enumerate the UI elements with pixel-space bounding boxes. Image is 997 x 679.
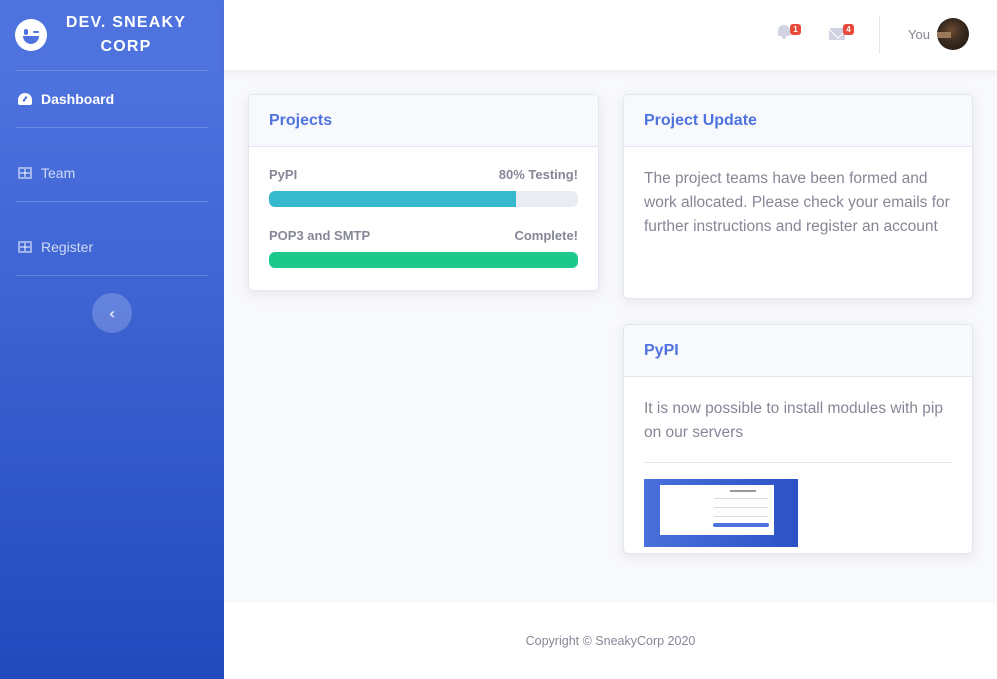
topbar-divider xyxy=(879,16,880,54)
sidebar-item-label: Register xyxy=(41,239,94,255)
messages-count-badge: 4 xyxy=(843,24,854,35)
table-icon xyxy=(18,241,32,253)
tachometer-icon xyxy=(18,93,32,105)
pypi-card: PyPI It is now possible to install modul… xyxy=(623,324,973,554)
sidebar-item-dashboard[interactable]: Dashboard xyxy=(0,71,224,127)
table-icon xyxy=(18,167,32,179)
topbar: 1 4 You xyxy=(224,0,997,70)
bell-icon xyxy=(778,25,790,36)
card-title: Projects xyxy=(269,111,333,129)
avatar[interactable] xyxy=(937,18,969,50)
sidebar-divider xyxy=(16,275,208,276)
project-update-card: Project Update The project teams have be… xyxy=(623,94,973,299)
project-name: PyPI xyxy=(269,167,298,182)
sidebar-brand[interactable]: DEV. SNEAKY CORP xyxy=(0,0,224,70)
sidebar-divider xyxy=(16,201,208,202)
screenshot-thumbnail[interactable] xyxy=(644,479,798,547)
sidebar-item-label: Dashboard xyxy=(41,91,115,107)
sidebar-item-label: Team xyxy=(41,165,76,181)
projects-card: Projects PyPI 80% Testing! POP3 and SMTP… xyxy=(248,94,599,291)
brand-name: DEV. SNEAKY CORP xyxy=(65,14,187,55)
sidebar: DEV. SNEAKY CORP Dashboard Team Register… xyxy=(0,0,224,679)
project-status: Complete! xyxy=(514,228,578,243)
project-row: PyPI 80% Testing! xyxy=(269,167,578,182)
sidebar-divider xyxy=(16,127,208,128)
progress-fill xyxy=(269,252,578,268)
card-header: PyPI xyxy=(624,325,972,377)
progress-fill xyxy=(269,191,517,207)
alerts-dropdown[interactable]: 1 xyxy=(777,24,801,40)
project-name: POP3 and SMTP xyxy=(269,228,371,243)
project-status: 80% Testing! xyxy=(498,167,578,182)
progress-bar xyxy=(269,252,578,268)
sidebar-item-team[interactable]: Team xyxy=(0,145,224,201)
footer: Copyright © SneakyCorp 2020 xyxy=(224,603,997,679)
card-header: Project Update xyxy=(624,95,972,147)
messages-dropdown[interactable]: 4 xyxy=(829,24,854,44)
chevron-left-icon: ‹ xyxy=(108,303,116,323)
alerts-count-badge: 1 xyxy=(790,24,801,35)
project-row: POP3 and SMTP Complete! xyxy=(269,228,578,243)
update-text: The project teams have been formed and w… xyxy=(644,170,950,235)
pypi-text: It is now possible to install modules wi… xyxy=(644,400,943,441)
card-title: Project Update xyxy=(644,111,757,129)
card-title: PyPI xyxy=(644,341,679,359)
card-header: Projects xyxy=(249,95,598,147)
user-name[interactable]: You xyxy=(908,27,930,42)
copyright-text: Copyright © SneakyCorp 2020 xyxy=(525,634,696,648)
sidebar-item-register[interactable]: Register xyxy=(0,219,224,275)
laugh-wink-icon xyxy=(15,19,47,51)
divider xyxy=(644,462,952,463)
sidebar-toggle-button[interactable]: ‹ xyxy=(92,293,132,333)
progress-bar xyxy=(269,191,578,207)
